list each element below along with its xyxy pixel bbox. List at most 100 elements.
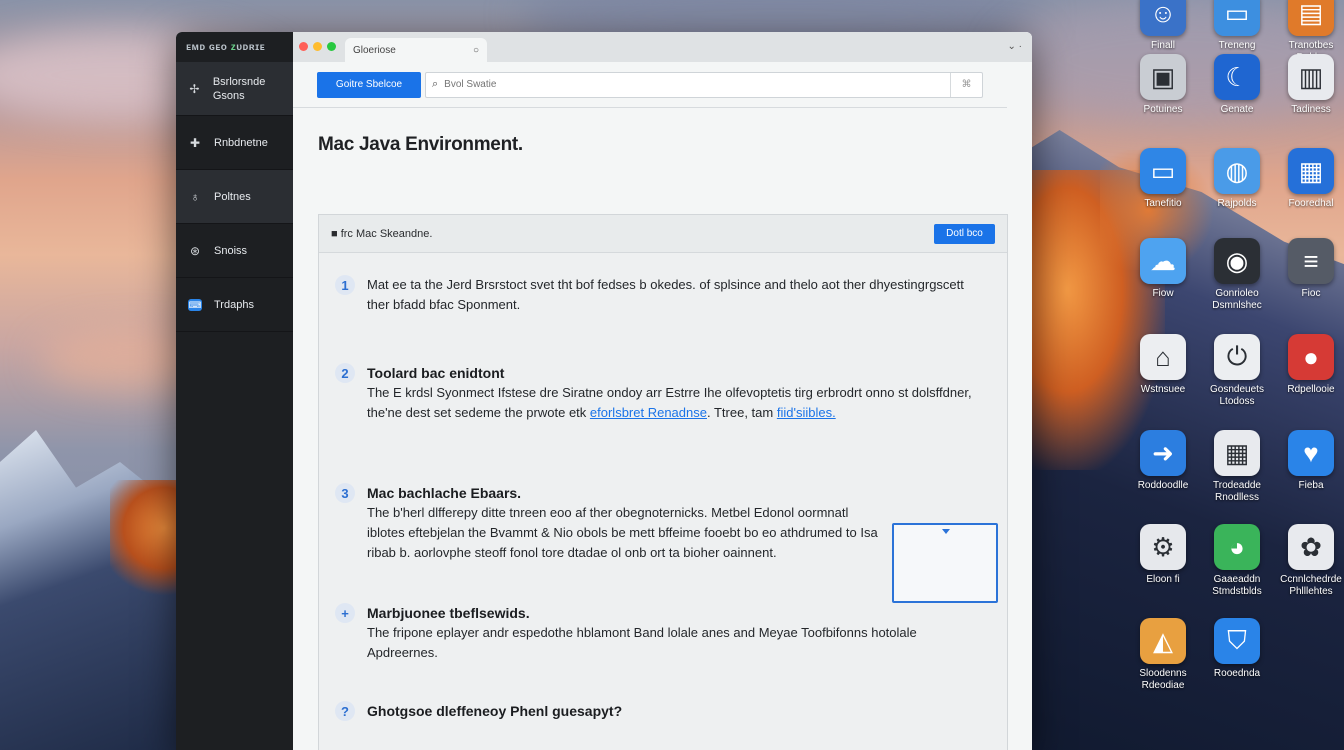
content-card: ■ frc Mac Skeandne. Dotl bco 1 Mat ee ta…: [318, 214, 1008, 750]
desktop-icon[interactable]: ⌂ Wstnsuee: [1126, 334, 1200, 396]
desktop-icon-label: Fioc: [1301, 288, 1321, 299]
power-icon: ⏻: [1214, 334, 1260, 380]
primary-action-button[interactable]: Goitre Sbelcoe: [317, 71, 421, 98]
sidebar-item-terminal[interactable]: ⌨ Trdaphs: [176, 278, 293, 332]
desktop-icon[interactable]: ➜ Roddoodlle: [1126, 430, 1200, 492]
step-body: The E krdsl Syonmect Ifstese dre Siratne…: [367, 383, 987, 423]
shield-icon: ⛉: [1214, 618, 1260, 664]
desktop-icon-label: Sloodenns Rdeodiae: [1139, 668, 1187, 691]
desktop-icon-label: Trodeadde Rnodlless: [1213, 480, 1261, 503]
search-icon: ⌕: [432, 78, 439, 90]
desktop-icon-label: Fieba: [1298, 480, 1324, 491]
desktop-icon[interactable]: ▭ Treneng: [1200, 0, 1274, 52]
tab-close-icon[interactable]: ○: [473, 45, 479, 56]
step-body: Mat ee ta the Jerd Brsrstoct svet tht bo…: [367, 277, 964, 312]
desktop-icon[interactable]: ☁ Fiow: [1126, 238, 1200, 300]
desktop-icon-label: Roddoodlle: [1137, 480, 1189, 491]
desktop-icon-label: Potuines: [1143, 104, 1183, 115]
desktop-icon[interactable]: ✿ Ccnnlchedrde Phlllehtes: [1274, 524, 1344, 598]
step-body: The b'herl dlfferepy ditte tnreen eoo af…: [367, 505, 878, 560]
desktop-icon[interactable]: ▣ Potuines: [1126, 54, 1200, 116]
window-icon: ▭: [1214, 0, 1260, 36]
desktop-icon[interactable]: ▦ Fooredhal: [1274, 148, 1344, 210]
sidebar: ᴇᴍᴅ ɢᴇᴏ ᴢ ᴜᴅʀɪᴇ ✢ Bsrlorsnde Gsons ✚ Rnb…: [176, 32, 293, 750]
minimize-window-button[interactable]: [313, 42, 322, 51]
toolbar: Goitre Sbelcoe ⌕ ⌘: [293, 62, 1007, 108]
sidebar-brand: ᴇᴍᴅ ɢᴇᴏ ᴢ ᴜᴅʀɪᴇ: [176, 32, 293, 62]
desktop-icon[interactable]: ☺ Finall: [1126, 0, 1200, 52]
step-number: 2: [335, 363, 355, 383]
desktop-icon-label: Gosndeuets Ltodoss: [1210, 384, 1264, 407]
ruler-icon: ▥: [1288, 54, 1334, 100]
step-body: The fripone eplayer andr espedothe hblam…: [367, 625, 917, 660]
disc-icon: ◉: [1214, 238, 1260, 284]
step-5: ? Ghotgsoe dleffeneoy Phenl guesapyt?: [335, 701, 622, 721]
desktop-icon[interactable]: ☾ Genate: [1200, 54, 1274, 116]
desktop-icon[interactable]: ◭ Sloodenns Rdeodiae: [1126, 618, 1200, 692]
desktop-icon[interactable]: ≡ Fioc: [1274, 238, 1344, 300]
tab-bar: Gloeriose ○ ⌄ ·: [293, 32, 1032, 62]
globe-icon: ◍: [1214, 148, 1260, 194]
desktop-icon[interactable]: ⚙ Eloon fi: [1126, 524, 1200, 586]
desktop-icon[interactable]: ◕ Gaaeaddn Stmdstblds: [1200, 524, 1274, 598]
browser-tab[interactable]: Gloeriose ○: [345, 38, 487, 62]
sidebar-item-chat[interactable]: ⊛ Snoiss: [176, 224, 293, 278]
sidebar-item-label: Trdaphs: [214, 298, 254, 311]
tab-menu-icon[interactable]: ⌄ ·: [1008, 41, 1023, 52]
photos-icon: ✿: [1288, 524, 1334, 570]
sidebar-item-label: Poltnes: [214, 190, 251, 203]
gear-icon: ✢: [189, 81, 200, 96]
step-heading: Mac bachlache Ebaars.: [367, 485, 522, 501]
desktop-icon-label: Rooednda: [1213, 668, 1261, 679]
step-link[interactable]: eforlsbret Renadnse: [590, 405, 707, 420]
step-body-tail: . Ttree, tam: [706, 405, 774, 420]
card-header-label: ■ frc Mac Skeandne.: [331, 227, 433, 240]
desktop-icon[interactable]: ▦ Trodeadde Rnodlless: [1200, 430, 1274, 504]
desktop-icon[interactable]: ♥ Fieba: [1274, 430, 1344, 492]
card-header-button[interactable]: Dotl bco: [934, 223, 995, 244]
sidebar-item-notifications[interactable]: ♁ Poltnes: [176, 170, 293, 224]
plus-icon: ✚: [189, 135, 201, 150]
moon-icon: ☾: [1214, 54, 1260, 100]
sidebar-item-settings[interactable]: ✢ Bsrlorsnde Gsons: [176, 62, 293, 116]
page-title: Mac Java Environment.: [318, 134, 523, 155]
drop-icon: ♥: [1288, 430, 1334, 476]
device-icon: ▦: [1288, 148, 1334, 194]
terminal-icon: ⌨: [188, 298, 202, 311]
main-panel: Gloeriose ○ ⌄ · Goitre Sbelcoe ⌕ ⌘ Mac J…: [293, 32, 1032, 750]
folder-icon: ▤: [1288, 0, 1334, 36]
desktop-icon[interactable]: ▥ Tadiness: [1274, 54, 1344, 116]
desktop-icon[interactable]: ⏻ Gosndeuets Ltodoss: [1200, 334, 1274, 408]
zoom-window-button[interactable]: [327, 42, 336, 51]
desktop-icon-label: Genate: [1220, 104, 1254, 115]
step-number: 1: [335, 275, 355, 295]
monitor-icon: ▭: [1140, 148, 1186, 194]
desktop-icon-label: Tanefitio: [1144, 198, 1182, 209]
keyboard-icon[interactable]: ⌘: [950, 72, 982, 97]
step-3: 3 Mac bachlache Ebaars. The b'herl dlffe…: [335, 483, 887, 563]
step-2: 2 Toolard bac enidtont The E krdsl Syonm…: [335, 363, 987, 423]
chat-icon: ⊛: [189, 243, 201, 258]
image-placeholder-box[interactable]: [892, 523, 998, 603]
shape-icon: ◭: [1140, 618, 1186, 664]
cloud-icon: ☁: [1140, 238, 1186, 284]
desktop-icon-label: Rajpolds: [1217, 198, 1257, 209]
desktop-icon[interactable]: ▭ Tanefitio: [1126, 148, 1200, 210]
step-link[interactable]: fiid'siibles.: [777, 405, 836, 420]
browser-window: ᴇᴍᴅ ɢᴇᴏ ᴢ ᴜᴅʀɪᴇ ✢ Bsrlorsnde Gsons ✚ Rnb…: [176, 32, 1032, 750]
desktop-icon[interactable]: ● Rdpellooie: [1274, 334, 1344, 396]
desktop-icon[interactable]: ⛉ Rooednda: [1200, 618, 1274, 680]
search-input[interactable]: [444, 79, 950, 90]
desktop-icon[interactable]: ◉ Gonrioleo Dsmnlshec: [1200, 238, 1274, 312]
bell-icon: ♁: [190, 189, 200, 204]
lock-icon: ⌂: [1140, 334, 1186, 380]
sidebar-item-add[interactable]: ✚ Rnbdnetne: [176, 116, 293, 170]
desktop-icon-label: Gaaeaddn Stmdstblds: [1212, 574, 1262, 597]
window-controls: [299, 42, 336, 51]
desktop-icon-label: Ccnnlchedrde Phlllehtes: [1280, 574, 1342, 597]
desktop-icon-label: Eloon fi: [1146, 574, 1180, 585]
desktop-icon[interactable]: ◍ Rajpolds: [1200, 148, 1274, 210]
card-header: ■ frc Mac Skeandne. Dotl bco: [319, 215, 1007, 253]
close-window-button[interactable]: [299, 42, 308, 51]
finder-icon: ☺: [1140, 0, 1186, 36]
